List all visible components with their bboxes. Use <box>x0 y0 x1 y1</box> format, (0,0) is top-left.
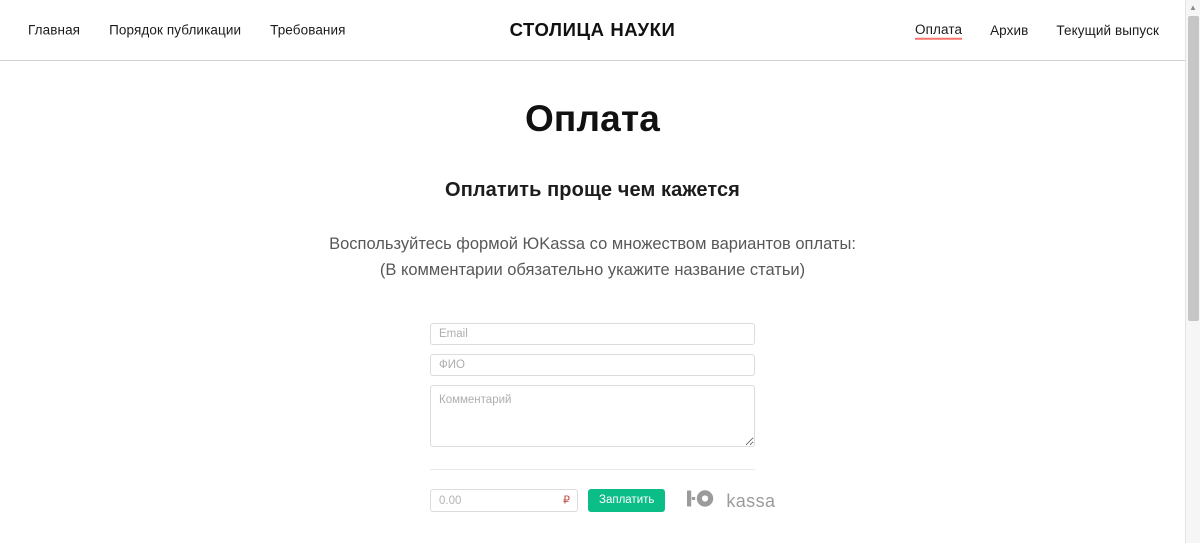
email-input[interactable] <box>430 322 755 345</box>
site-brand-title: СТОЛИЦА НАУКИ <box>509 19 676 40</box>
page-subtitle: Оплатить проще чем кажется <box>445 179 740 202</box>
comment-textarea[interactable] <box>430 384 755 447</box>
amount-field-wrapper: ₽ <box>430 489 578 513</box>
scrollbar-thumb[interactable] <box>1188 16 1199 321</box>
vertical-scrollbar[interactable]: ▲ <box>1185 0 1200 543</box>
amount-input[interactable] <box>430 489 578 513</box>
nav-link-archive[interactable]: Архив <box>990 21 1028 39</box>
fullname-input[interactable] <box>430 353 755 376</box>
site-header: Главная Порядок публикации Требования СТ… <box>0 0 1185 61</box>
nav-link-current-issue[interactable]: Текущий выпуск <box>1056 21 1159 39</box>
nav-link-home[interactable]: Главная <box>28 21 80 39</box>
yookassa-logo: kassa <box>687 489 775 513</box>
scrollbar-up-arrow-icon[interactable]: ▲ <box>1186 0 1200 15</box>
intro-text: Воспользуйтесь формой ЮKassa со множеств… <box>0 232 1185 283</box>
page-content: Главная Порядок публикации Требования СТ… <box>0 0 1185 543</box>
primary-navigation-left: Главная Порядок публикации Требования <box>28 21 346 39</box>
nav-link-payment[interactable]: Оплата <box>915 21 963 40</box>
yookassa-payment-widget: ₽ Заплатить kassa <box>430 322 775 513</box>
intro-line-2: (В комментарии обязательно укажите назва… <box>379 260 806 279</box>
nav-link-requirements[interactable]: Требования <box>270 21 345 39</box>
widget-divider <box>430 468 755 470</box>
main-content: Оплата Оплатить проще чем кажется Воспол… <box>0 61 1185 513</box>
yookassa-logo-wordmark: kassa <box>726 490 776 511</box>
primary-navigation-right: Оплата Архив Текущий выпуск <box>915 21 1159 40</box>
intro-line-1: Воспользуйтесь формой ЮKassa со множеств… <box>329 235 856 254</box>
browser-viewport: Главная Порядок публикации Требования СТ… <box>0 0 1200 543</box>
yookassa-logo-icon <box>687 489 721 513</box>
pay-button[interactable]: Заплатить <box>588 489 666 513</box>
page-title: Оплата <box>524 98 661 139</box>
nav-link-publication-order[interactable]: Порядок публикации <box>109 21 241 39</box>
payment-action-row: ₽ Заплатить kassa <box>430 489 775 513</box>
